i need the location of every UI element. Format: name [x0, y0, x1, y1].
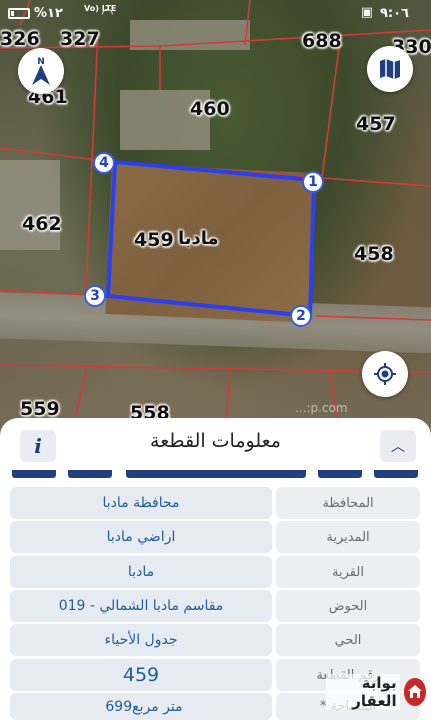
info-row-village: مادبا القرية — [10, 556, 420, 588]
directorate-label: المديرية — [276, 521, 420, 553]
village-value: مادبا — [10, 556, 272, 588]
tab[interactable] — [374, 470, 418, 478]
village-label: القرية — [276, 556, 420, 588]
area-unit: متر مربع — [132, 698, 183, 715]
parcel-number-value: 459 — [10, 659, 272, 691]
vertex-marker-2[interactable]: 2 — [290, 305, 312, 327]
plot-number-label: 460 — [190, 98, 230, 120]
chevron-up-icon: ︿ — [391, 439, 405, 455]
governorate-label: المحافظة — [276, 487, 420, 519]
info-row-governorate: محافظة مادبا المحافظة — [10, 487, 420, 519]
location-target-icon — [374, 363, 396, 385]
vertex-marker-4[interactable]: 4 — [93, 152, 115, 174]
neighborhood-label: الحي — [276, 624, 420, 656]
plot-number-label: 688 — [302, 30, 342, 52]
panel-tabs — [0, 470, 431, 488]
info-row-neighborhood: جدول الأحياء الحي — [10, 624, 420, 656]
plot-number-label: 326 — [0, 28, 40, 50]
compass-button[interactable]: N — [18, 48, 64, 94]
neighborhood-value: جدول الأحياء — [10, 624, 272, 656]
map-icon — [380, 59, 400, 79]
wifi-icon: ◠ — [102, 6, 113, 22]
tab[interactable] — [12, 470, 56, 478]
notification-icon: ▣ — [360, 5, 373, 20]
parcel-name-label: مادبا — [178, 228, 219, 249]
svg-text:N: N — [37, 57, 45, 67]
compass-icon: N — [32, 57, 50, 85]
brand-logo-icon — [403, 678, 426, 706]
panel-title: معلومات القطعة — [150, 430, 281, 452]
info-row-basin: مقاسم مادبا الشمالي - 019 الحوض — [10, 590, 420, 622]
my-location-button[interactable] — [362, 351, 408, 397]
watermark-text: بوابة العقار — [326, 674, 400, 710]
plot-number-label: 457 — [356, 113, 396, 135]
info-row-directorate: اراضي مادبا المديرية — [10, 521, 420, 553]
plot-number-label: 327 — [60, 28, 100, 50]
tab[interactable] — [126, 470, 306, 478]
governorate-value: محافظة مادبا — [10, 487, 272, 519]
svg-text:...:p.com: ...:p.com — [295, 401, 348, 415]
battery-icon — [8, 8, 30, 19]
clock: ٩:٠٦ — [379, 6, 409, 21]
map-layers-button[interactable] — [367, 46, 413, 92]
directorate-value: اراضي مادبا — [10, 521, 272, 553]
plot-number-label: 559 — [20, 398, 60, 420]
panel-header: i معلومات القطعة ︿ — [0, 418, 431, 470]
tab[interactable] — [318, 470, 362, 478]
status-bar: %١٢ Vo) LTE ◠ ▣ ٩:٠٦ — [0, 0, 431, 28]
area-number: 699 — [105, 698, 133, 715]
plot-number-label: 459 — [134, 229, 174, 251]
basin-value: مقاسم مادبا الشمالي - 019 — [10, 590, 272, 622]
battery-level: %١٢ — [34, 6, 63, 21]
tab[interactable] — [68, 470, 112, 478]
collapse-button[interactable]: ︿ — [380, 430, 416, 462]
area-value: متر مربع 699 — [10, 693, 272, 720]
plot-number-label: 458 — [354, 243, 394, 265]
vertex-marker-3[interactable]: 3 — [84, 285, 106, 307]
basin-label: الحوض — [276, 590, 420, 622]
vertex-marker-1[interactable]: 1 — [302, 171, 324, 193]
watermark: بوابة العقار — [326, 672, 426, 712]
plot-number-label: 462 — [22, 213, 62, 235]
